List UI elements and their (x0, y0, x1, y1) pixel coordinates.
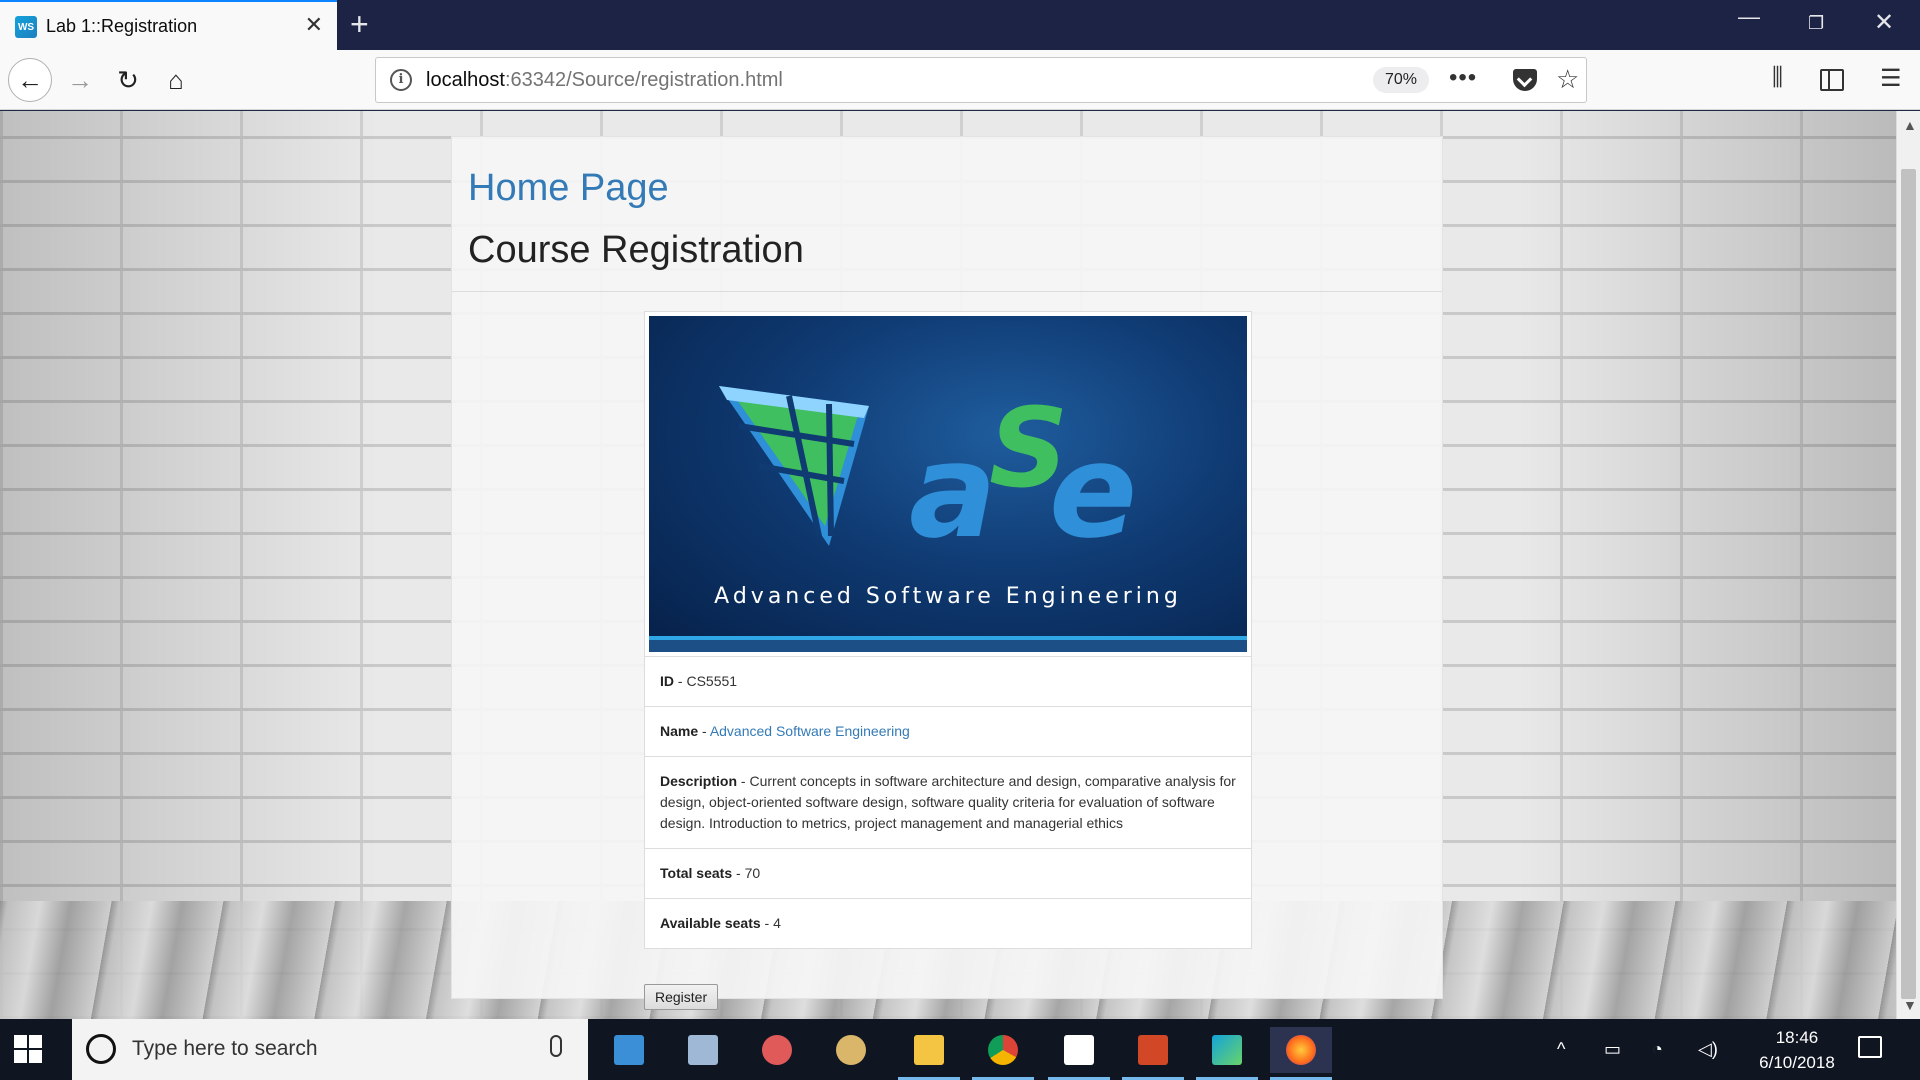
action-center-icon[interactable] (1858, 1036, 1882, 1058)
register-button[interactable]: Register (644, 984, 719, 1010)
field-label: Total seats (660, 865, 733, 881)
battery-icon[interactable]: ▭ (1604, 1039, 1621, 1060)
browser-navbar: ← → ↻ ⌂ i localhost:63342/Source/registr… (0, 50, 1920, 110)
scroll-down-icon[interactable]: ▼ (1903, 997, 1917, 1013)
url-path: :63342/Source/registration.html (504, 69, 783, 91)
scroll-thumb[interactable] (1901, 169, 1916, 999)
volume-icon[interactable]: ◁) (1698, 1039, 1718, 1060)
wifi-icon[interactable]: ◔ (1652, 1039, 1663, 1060)
available-seats-row: Available seats - 4 (645, 898, 1251, 948)
field-value: CS5551 (686, 673, 738, 689)
webstorm-favicon-icon: WS (15, 16, 37, 38)
control-panel-icon[interactable] (598, 1027, 660, 1073)
course-id-row: ID - CS5551 (645, 656, 1251, 706)
course-banner-image: a S e Advanced Software Engineering (649, 316, 1247, 652)
paint-icon[interactable] (820, 1027, 882, 1073)
svg-text:e: e (1049, 415, 1137, 567)
field-value: 4 (773, 915, 781, 931)
banner-caption: Advanced Software Engineering (714, 584, 1182, 609)
microphone-icon[interactable] (550, 1035, 562, 1057)
webstorm-icon[interactable] (1196, 1027, 1258, 1080)
firefox-icon[interactable] (1270, 1027, 1332, 1080)
banner-stripe (649, 636, 1247, 652)
tab-close-icon[interactable]: ✕ (305, 14, 323, 36)
browser-tab[interactable]: WS Lab 1::Registration ✕ (0, 0, 337, 50)
photos-icon[interactable] (672, 1027, 734, 1073)
field-label: ID (660, 673, 674, 689)
powerpoint-icon[interactable] (1122, 1027, 1184, 1080)
field-value: 70 (744, 865, 761, 881)
window-close-icon[interactable]: ✕ (1874, 8, 1894, 37)
zoom-badge[interactable]: 70% (1373, 67, 1430, 93)
search-placeholder: Type here to search (132, 1037, 318, 1060)
sidebar-icon[interactable] (1820, 69, 1844, 91)
field-label: Description (660, 773, 738, 789)
field-label: Available seats (660, 915, 761, 931)
new-tab-icon[interactable]: + (350, 8, 369, 40)
home-page-link[interactable]: Home Page (468, 167, 669, 210)
restore-icon[interactable]: ❐ (1808, 13, 1824, 34)
pocket-icon[interactable] (1513, 69, 1537, 91)
site-info-icon[interactable]: i (390, 69, 412, 91)
show-hidden-icons-icon[interactable]: ^ (1557, 1039, 1565, 1060)
svg-text:a: a (909, 415, 997, 567)
back-icon[interactable]: ← (8, 58, 52, 102)
url-host: localhost (426, 69, 505, 91)
course-description-row: Description - Current concepts in softwa… (645, 756, 1251, 848)
course-card: a S e Advanced Software Engineering ID -… (644, 311, 1252, 949)
windows-start-icon[interactable] (14, 1035, 42, 1063)
home-icon[interactable]: ⌂ (154, 58, 198, 102)
cortana-icon[interactable] (86, 1034, 116, 1064)
page-scrollbar[interactable]: ▲ ▼ (1896, 111, 1920, 1019)
clock-date: 6/10/2018 (1759, 1053, 1835, 1072)
taskbar-clock[interactable]: 18:46 6/10/2018 (1737, 1025, 1857, 1075)
forward-icon[interactable]: → (58, 58, 102, 102)
chrome-icon[interactable] (972, 1027, 1034, 1080)
page-title: Course Registration (468, 229, 804, 271)
snipping-tool-icon[interactable] (746, 1027, 808, 1073)
file-explorer-icon[interactable] (898, 1027, 960, 1080)
sticky-notes-icon[interactable] (1048, 1027, 1110, 1080)
course-name-row: Name - Advanced Software Engineering (645, 706, 1251, 756)
library-icon[interactable]: ⫼ (1772, 64, 1783, 92)
reload-icon[interactable]: ↻ (106, 58, 150, 102)
url-text[interactable]: localhost:63342/Source/registration.html (426, 69, 783, 92)
total-seats-row: Total seats - 70 (645, 848, 1251, 898)
address-bar[interactable]: i localhost:63342/Source/registration.ht… (375, 57, 1587, 103)
page-header: Home Page Course Registration (452, 137, 1442, 292)
browser-titlebar: WS Lab 1::Registration ✕ + — ❐ ✕ (0, 0, 1920, 50)
course-name-link[interactable]: Advanced Software Engineering (710, 723, 910, 739)
clock-time: 18:46 (1775, 1028, 1819, 1047)
field-label: Name (660, 723, 699, 739)
scroll-up-icon[interactable]: ▲ (1903, 117, 1917, 133)
windows-taskbar: Type here to search ^ ▭ ◔ ◁) 18:46 6/10/… (0, 1019, 1920, 1080)
minimize-icon[interactable]: — (1738, 4, 1760, 30)
hamburger-menu-icon[interactable]: ☰ (1880, 64, 1902, 93)
page-viewport: Home Page Course Registration a S e Adva… (0, 111, 1896, 1019)
taskbar-search-box[interactable]: Type here to search (72, 1019, 588, 1080)
bookmark-star-icon[interactable]: ☆ (1556, 64, 1579, 95)
content-container: Home Page Course Registration a S e Adva… (451, 136, 1443, 1010)
page-actions-icon[interactable]: ••• (1449, 64, 1477, 92)
tab-title: Lab 1::Registration (46, 16, 198, 36)
